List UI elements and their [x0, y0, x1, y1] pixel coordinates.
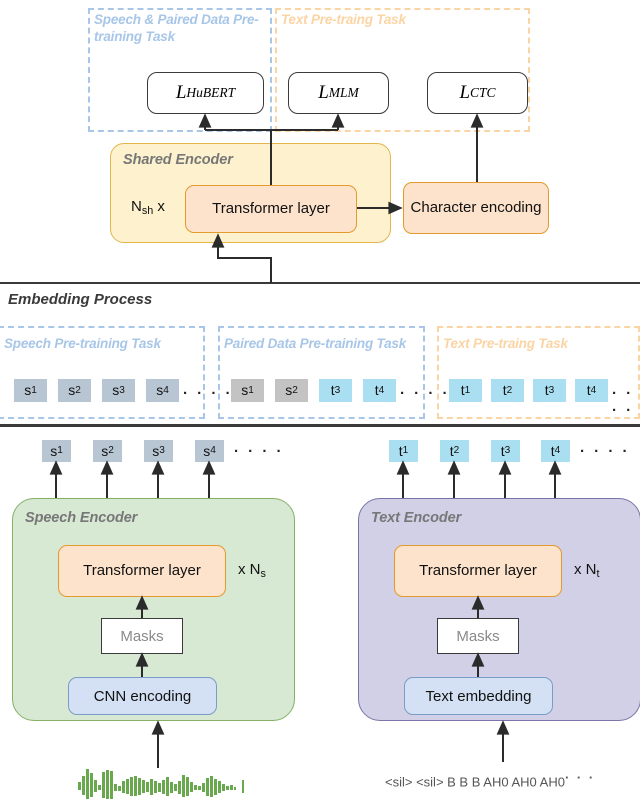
repeat-sub: t: [596, 568, 600, 581]
token-sub: 1: [57, 445, 63, 456]
repeat-suffix: x: [153, 198, 165, 215]
token-chip: s1: [14, 379, 47, 402]
text-output-token: t1: [389, 440, 418, 462]
embedding-task-label-speech: Speech Pre-training Task: [4, 336, 161, 351]
speech-encoder-repeat-label: x Ns: [238, 561, 266, 580]
token-chip: t4: [575, 379, 608, 402]
cnn-encoding-box: CNN encoding: [68, 677, 217, 715]
token-ellipsis: · · · ·: [400, 385, 450, 402]
speech-output-token: s4: [195, 440, 224, 462]
token-base: s: [50, 442, 58, 459]
character-encoding-label: Character encoding: [410, 199, 542, 217]
token-sub: 4: [554, 445, 561, 456]
token-chip: s2: [58, 379, 91, 402]
section-title-embedding-process: Embedding Process: [8, 291, 153, 308]
loss-box-mlm: L MLM: [288, 72, 389, 114]
pretraining-task-label-speech-paired: Speech & Paired Data Pre-training Task: [94, 12, 259, 44]
token-sub: 2: [292, 384, 298, 396]
token-sub: 4: [210, 445, 216, 456]
repeat-sub: sh: [141, 205, 154, 218]
shared-encoder-repeat-label: Nsh x: [131, 198, 165, 217]
repeat-sub: s: [260, 568, 266, 581]
token-sub: 1: [464, 384, 471, 396]
loss-box-hubert: L HuBERT: [147, 72, 264, 114]
text-masks-box: Masks: [437, 618, 519, 654]
token-base: s: [156, 382, 164, 398]
loss-box-ctc: L CTC: [427, 72, 528, 114]
repeat-base: N: [131, 198, 142, 215]
loss-hubert-base: L: [175, 82, 187, 103]
token-chip: s1: [231, 379, 264, 402]
section-divider-top: [0, 282, 640, 284]
token-sub: 3: [159, 445, 165, 456]
token-chip: s3: [102, 379, 135, 402]
speech-waveform: [78, 769, 244, 799]
token-sub: 1: [402, 445, 409, 456]
loss-mlm-subscript: MLM: [328, 85, 359, 100]
shared-transformer-layer-box: Transformer layer: [185, 185, 357, 233]
section-divider-encoders: [0, 424, 640, 428]
diagram-canvas: Speech & Paired Data Pre-training Task T…: [0, 0, 640, 801]
token-sub: 2: [75, 384, 81, 396]
token-sub: 3: [334, 384, 341, 396]
token-sub: 1: [248, 384, 254, 396]
loss-hubert-subscript: HuBERT: [186, 85, 236, 100]
token-base: s: [24, 382, 32, 398]
character-encoding-box: Character encoding: [403, 182, 549, 234]
token-sub: 4: [163, 384, 169, 396]
loss-mlm-base: L: [318, 82, 329, 103]
text-encoder-repeat-label: x Nt: [574, 561, 600, 580]
token-chip: t3: [533, 379, 566, 402]
phoneme-input-sequence: <sil> <sil> B B B AH0 AH0 AH0· · ·: [385, 770, 595, 790]
token-base: s: [68, 382, 76, 398]
phoneme-ellipsis: · · ·: [564, 770, 596, 785]
token-chip: t3: [319, 379, 352, 402]
token-chip: t2: [491, 379, 524, 402]
embedding-task-label-text: Text Pre-traing Task: [443, 336, 568, 351]
token-sub: 2: [506, 384, 513, 396]
token-base: s: [241, 382, 249, 398]
speech-masks-box: Masks: [101, 618, 183, 654]
loss-ctc-base: L: [459, 82, 471, 103]
token-chip: t1: [449, 379, 482, 402]
text-output-token: t4: [541, 440, 570, 462]
token-sub: 3: [119, 384, 125, 396]
phoneme-sequence-text: <sil> <sil> B B B AH0 AH0 AH0: [385, 774, 565, 790]
token-sub: 2: [108, 445, 114, 456]
token-base: s: [285, 382, 293, 398]
text-output-token: t2: [440, 440, 469, 462]
speech-output-token: s1: [42, 440, 71, 462]
loss-ctc-subscript: CTC: [470, 85, 496, 100]
repeat-prefix: x N: [238, 561, 261, 578]
speech-transformer-layer-box: Transformer layer: [58, 545, 226, 597]
token-base: s: [112, 382, 120, 398]
token-base: s: [152, 442, 160, 459]
text-output-token: t3: [491, 440, 520, 462]
text-embedding-box: Text embedding: [404, 677, 553, 715]
token-sub: 1: [31, 384, 37, 396]
speech-output-ellipsis: · · · ·: [234, 443, 284, 460]
token-sub: 2: [453, 445, 460, 456]
token-sub: 4: [378, 384, 385, 396]
speech-output-token: s3: [144, 440, 173, 462]
token-chip: t4: [363, 379, 396, 402]
token-base: s: [101, 442, 109, 459]
text-output-ellipsis: · · · ·: [580, 443, 630, 460]
repeat-prefix: x N: [574, 561, 597, 578]
token-chip: s2: [275, 379, 308, 402]
token-chip: s4: [146, 379, 179, 402]
token-sub: 3: [548, 384, 555, 396]
text-encoder-title: Text Encoder: [371, 510, 462, 526]
token-sub: 3: [504, 445, 511, 456]
embedding-task-label-paired: Paired Data Pre-training Task: [224, 336, 407, 351]
speech-output-token: s2: [93, 440, 122, 462]
token-ellipsis: · · · ·: [612, 385, 634, 419]
pretraining-task-label-text: Text Pre-traing Task: [281, 12, 406, 27]
text-transformer-layer-box: Transformer layer: [394, 545, 562, 597]
token-ellipsis: · · · ·: [183, 385, 233, 402]
shared-encoder-title: Shared Encoder: [123, 152, 233, 168]
token-sub: 4: [590, 384, 597, 396]
token-base: s: [203, 442, 211, 459]
speech-encoder-title: Speech Encoder: [25, 510, 138, 526]
